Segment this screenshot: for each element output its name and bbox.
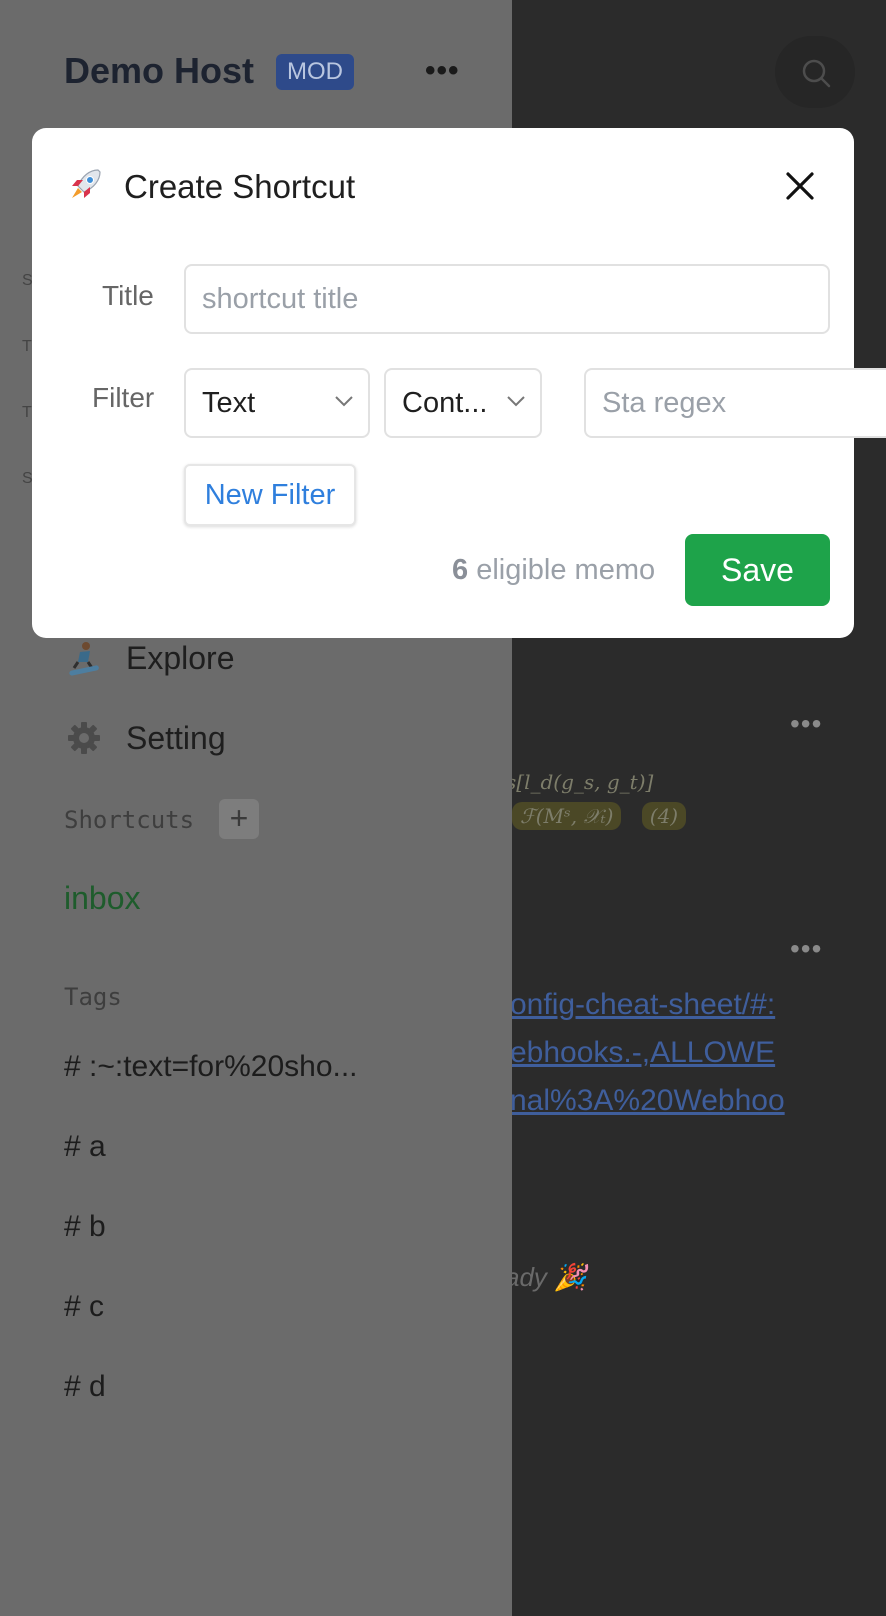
gear-icon [64,718,104,758]
nav-setting-label: Setting [126,719,226,756]
title-label: Title [102,280,154,311]
eligible-count-number: 6 [452,554,469,586]
dialog-title: Create Shortcut [124,167,356,205]
save-button[interactable]: Save [685,534,830,606]
memo-link[interactable]: onfig-cheat-sheet/#: [510,988,775,1022]
shortcut-item-inbox[interactable]: inbox [64,880,141,917]
chevron-down-icon [335,396,353,407]
nav-explore-label: Explore [126,639,235,676]
formula-highlight: ℱ(Mˢ, 𝒳ₜ) [512,802,622,830]
memo-formula-highlight: ℱ(Mˢ, 𝒳ₜ) (4) [512,802,687,830]
memo-menu-icon[interactable]: ••• [790,933,822,965]
nav-setting[interactable]: Setting [64,718,226,758]
host-name: Demo Host [64,50,255,91]
rocket-icon [68,166,104,207]
memo-menu-icon[interactable]: ••• [790,708,822,740]
close-button[interactable] [780,166,820,206]
filter-type-select[interactable]: Text [184,368,370,438]
filter-value-input[interactable] [584,368,886,438]
add-shortcut-button[interactable]: + [219,799,259,839]
memo-formula: s[l_d(g_s, g_t)] [506,770,654,794]
snowboarder-icon [64,638,104,678]
all-ready-text: ady 🎉 [505,1262,587,1292]
partial-text: T [22,404,32,421]
create-shortcut-dialog: Create Shortcut Title Filter Text Cont..… [32,128,886,638]
new-filter-button[interactable]: New Filter [184,464,356,526]
chevron-down-icon [507,396,525,407]
filter-label: Filter [92,382,155,413]
dialog-header: Create Shortcut [68,166,355,207]
close-icon [786,172,814,200]
partial-text: T [22,338,32,355]
eligible-memo-count: 6 eligible memo [452,554,655,587]
tag-item[interactable]: # d [64,1370,106,1404]
tag-item[interactable]: # :~:text=for%20sho... [64,1050,358,1084]
shortcut-title-input[interactable] [184,264,830,334]
search-icon [802,59,831,88]
tags-heading: Tags [64,983,122,1011]
filter-operator-value: Cont... [402,386,488,419]
search-button[interactable] [775,36,855,108]
nav-explore[interactable]: Explore [64,638,235,678]
filter-type-value: Text [202,386,256,419]
tag-item[interactable]: # c [64,1290,104,1324]
filter-operator-select[interactable]: Cont... [384,368,542,438]
formula-number: (4) [641,802,687,830]
tag-item[interactable]: # a [64,1130,106,1164]
tag-item[interactable]: # b [64,1210,106,1244]
eligible-count-label: eligible memo [476,554,656,586]
shortcuts-heading: Shortcuts [64,806,195,834]
memo-link[interactable]: ebhooks.-,ALLOWE [510,1036,775,1070]
role-badge: MOD [276,54,354,90]
memo-link[interactable]: nal%3A%20Webhoo [510,1084,785,1118]
user-menu-icon[interactable]: ••• [425,54,460,88]
